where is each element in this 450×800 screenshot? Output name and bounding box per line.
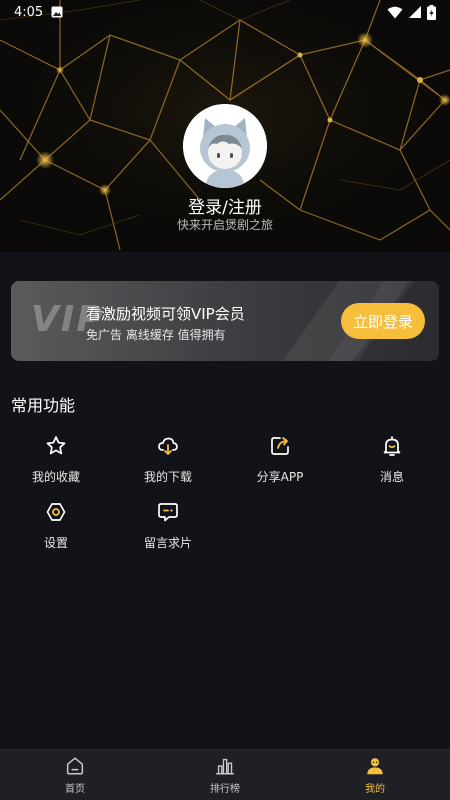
messages-button[interactable]: 消息 xyxy=(336,434,448,485)
message-icon xyxy=(158,503,178,522)
nav-mine-label: 我的 xyxy=(365,784,385,795)
login-now-button[interactable]: 立即登录 xyxy=(341,303,425,339)
vip-promo-card[interactable]: VIP 看激励视频可领VIP会员 免广告 离线缓存 值得拥有 立即登录 xyxy=(11,281,439,361)
nav-home-label: 首页 xyxy=(65,784,85,795)
profile-header: 登录/注册 快来开启煲剧之旅 xyxy=(0,0,450,252)
bottom-navigation: 首页 排行榜 我的 xyxy=(0,749,450,800)
avatar-illustration xyxy=(183,104,267,188)
share-app-button[interactable]: 分享APP xyxy=(224,434,336,485)
nav-mine[interactable]: 我的 xyxy=(300,750,450,800)
downloads-button[interactable]: 我的下载 xyxy=(112,434,224,485)
share-icon xyxy=(271,437,289,455)
battery-icon xyxy=(427,4,436,20)
share-app-label: 分享APP xyxy=(256,470,304,484)
nav-home[interactable]: 首页 xyxy=(0,750,150,800)
nav-ranking[interactable]: 排行榜 xyxy=(150,750,300,800)
messages-label: 消息 xyxy=(379,470,404,484)
home-icon xyxy=(66,757,84,775)
status-time: 4:05 xyxy=(14,4,44,20)
status-bar: 4:05 xyxy=(0,0,450,24)
wifi-icon xyxy=(387,6,403,18)
settings-label: 设置 xyxy=(43,536,68,550)
settings-icon xyxy=(46,503,66,521)
bell-icon xyxy=(383,436,401,456)
downloads-label: 我的下载 xyxy=(143,470,192,484)
request-movie-button[interactable]: 留言求片 xyxy=(112,500,224,551)
favorites-button[interactable]: 我的收藏 xyxy=(0,434,112,485)
vip-description: 免广告 离线缓存 值得拥有 xyxy=(86,328,226,342)
favorites-label: 我的收藏 xyxy=(31,470,80,484)
user-icon xyxy=(367,758,383,775)
request-movie-label: 留言求片 xyxy=(143,536,192,550)
image-notification-icon xyxy=(51,6,63,18)
ranking-icon xyxy=(216,758,234,775)
common-functions-title: 常用功能 xyxy=(11,396,76,415)
star-icon xyxy=(46,436,66,455)
login-register-link[interactable]: 登录/注册 xyxy=(0,193,450,218)
avatar[interactable] xyxy=(183,104,267,188)
vip-title: 看激励视频可领VIP会员 xyxy=(86,305,245,323)
login-subtitle: 快来开启煲剧之旅 xyxy=(176,218,273,232)
nav-ranking-label: 排行榜 xyxy=(210,784,240,795)
signal-icon xyxy=(409,6,421,18)
settings-button[interactable]: 设置 xyxy=(0,500,112,551)
cloud-download-icon xyxy=(158,437,178,455)
